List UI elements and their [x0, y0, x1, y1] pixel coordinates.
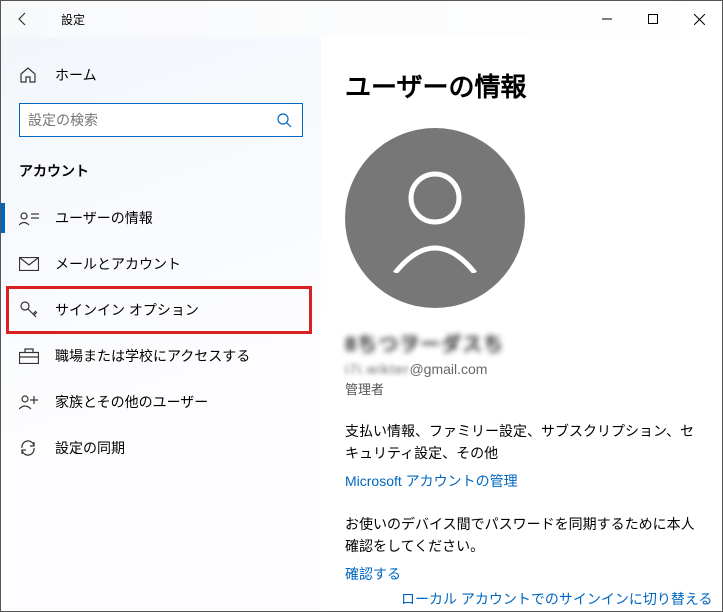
sidebar-item-your-info[interactable]: ユーザーの情報	[1, 195, 321, 241]
sidebar: ホーム アカウント ユーザーの情報 メールとアカウント	[1, 37, 321, 611]
people-icon	[19, 394, 39, 410]
main-panel: ユーザーの情報 8ちつヲーダスち i7i.wikter@gmail.com 管理…	[321, 37, 722, 611]
maximize-button[interactable]	[630, 1, 676, 37]
user-card-icon	[19, 210, 39, 226]
page-title: ユーザーの情報	[345, 67, 698, 104]
sidebar-item-signin-options[interactable]: サインイン オプション	[7, 287, 311, 333]
account-role: 管理者	[345, 379, 698, 398]
sidebar-item-label: 家族とその他のユーザー	[55, 392, 208, 412]
close-button[interactable]	[676, 1, 722, 37]
briefcase-icon	[19, 348, 39, 364]
sidebar-item-label: サインイン オプション	[55, 300, 199, 320]
sidebar-item-label: 職場または学校にアクセスする	[55, 346, 250, 366]
manage-ms-account-link[interactable]: Microsoft アカウントの管理	[345, 471, 518, 491]
email-local-masked: i7i.wikter	[345, 361, 409, 377]
search-icon	[276, 112, 294, 128]
verify-link[interactable]: 確認する	[345, 564, 401, 584]
sidebar-item-sync[interactable]: 設定の同期	[1, 425, 321, 471]
minimize-button[interactable]	[584, 1, 630, 37]
sidebar-item-work-school[interactable]: 職場または学校にアクセスする	[1, 333, 321, 379]
back-button[interactable]	[15, 11, 43, 27]
window-controls	[584, 1, 722, 37]
switch-local-account-link[interactable]: ローカル アカウントでのサインインに切り替える	[401, 589, 712, 609]
email-domain: @gmail.com	[409, 361, 487, 377]
account-email: i7i.wikter@gmail.com	[345, 361, 698, 377]
sidebar-item-label: ユーザーの情報	[55, 208, 153, 228]
sidebar-item-label: 設定の同期	[55, 438, 125, 458]
section-title: アカウント	[1, 157, 321, 195]
sidebar-item-label: メールとアカウント	[55, 254, 181, 274]
mail-icon	[19, 257, 39, 271]
avatar	[345, 128, 525, 308]
home-icon	[19, 66, 39, 84]
account-extras-desc: 支払い情報、ファミリー設定、サブスクリプション、セキュリティ設定、その他	[345, 420, 698, 465]
sync-icon	[19, 439, 39, 457]
sidebar-item-family-users[interactable]: 家族とその他のユーザー	[1, 379, 321, 425]
account-name: 8ちつヲーダスち	[345, 328, 698, 357]
home-label: ホーム	[55, 65, 97, 85]
key-icon	[19, 300, 39, 320]
home-nav[interactable]: ホーム	[1, 59, 321, 103]
titlebar: 設定	[1, 1, 722, 37]
sidebar-item-email-accounts[interactable]: メールとアカウント	[1, 241, 321, 287]
search-input[interactable]	[28, 112, 276, 128]
sync-verify-desc: お使いのデバイス間でパスワードを同期するために本人確認をしてください。	[345, 513, 698, 558]
search-box[interactable]	[19, 103, 303, 137]
window-title: 設定	[61, 11, 85, 28]
